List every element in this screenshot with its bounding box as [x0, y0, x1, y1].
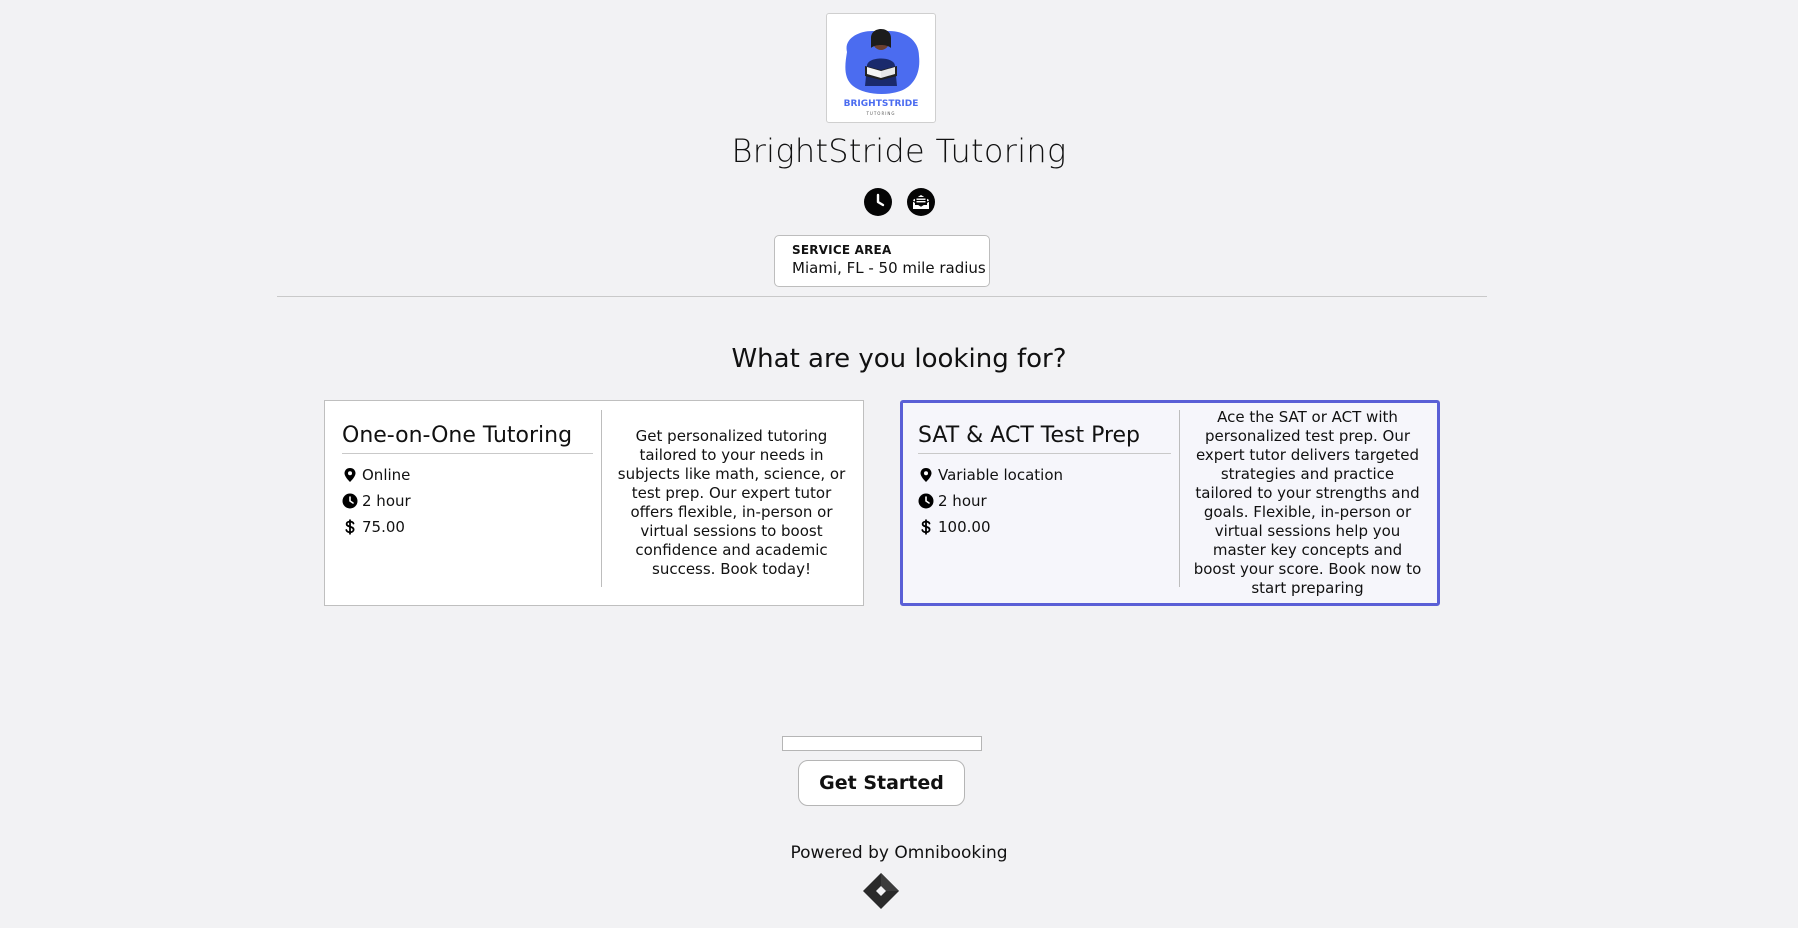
- service-description: Get personalized tutoring tailored to yo…: [617, 427, 846, 578]
- envelope-icon[interactable]: [906, 188, 935, 216]
- clock-icon: [342, 493, 358, 509]
- dollar-icon: [342, 519, 358, 535]
- clock-icon: [918, 493, 934, 509]
- service-price-text: 100.00: [938, 518, 991, 536]
- service-price-text: 75.00: [362, 518, 405, 536]
- clock-icon[interactable]: [863, 188, 892, 216]
- logo-brand-text: BRIGHTSTRIDE: [844, 99, 919, 109]
- service-price: 100.00: [918, 514, 1171, 540]
- service-duration: 2 hour: [918, 488, 1171, 514]
- service-details: SAT & ACT Test Prep Variable location 2 …: [903, 410, 1180, 587]
- service-location: Online: [342, 462, 593, 488]
- service-area-value: Miami, FL - 50 mile radius: [792, 259, 986, 277]
- service-duration: 2 hour: [342, 488, 593, 514]
- header-divider: [277, 296, 1487, 297]
- service-area-label: SERVICE AREA: [792, 243, 892, 257]
- service-details: One-on-One Tutoring Online 2 hour 75.00: [325, 410, 602, 587]
- service-area-box: SERVICE AREA Miami, FL - 50 mile radius: [774, 235, 990, 287]
- empty-field[interactable]: [782, 736, 982, 751]
- service-card-sat-act-test-prep[interactable]: SAT & ACT Test Prep Variable location 2 …: [900, 400, 1440, 606]
- header-icon-row: [0, 188, 1798, 216]
- service-location-text: Online: [362, 466, 411, 484]
- service-price: 75.00: [342, 514, 593, 540]
- service-duration-text: 2 hour: [362, 492, 411, 510]
- service-location: Variable location: [918, 462, 1171, 488]
- business-logo: BRIGHTSTRIDE TUTORING: [826, 13, 936, 123]
- omnibooking-logo-icon[interactable]: [862, 872, 900, 910]
- powered-by-text: Powered by Omnibooking: [790, 843, 1008, 863]
- service-location-text: Variable location: [938, 466, 1064, 484]
- service-duration-text: 2 hour: [938, 492, 987, 510]
- map-pin-icon: [342, 467, 358, 483]
- business-name: BrightStride Tutoring: [731, 132, 1067, 170]
- service-title: SAT & ACT Test Prep: [918, 423, 1171, 454]
- section-heading: What are you looking for?: [731, 344, 1067, 374]
- get-started-button[interactable]: Get Started: [798, 760, 965, 806]
- service-description: Ace the SAT or ACT with personalized tes…: [1193, 408, 1422, 597]
- service-card-one-on-one-tutoring[interactable]: One-on-One Tutoring Online 2 hour 75.00 …: [324, 400, 864, 606]
- service-title: One-on-One Tutoring: [342, 423, 593, 454]
- map-pin-icon: [918, 467, 934, 483]
- dollar-icon: [918, 519, 934, 535]
- logo-subtext: TUTORING: [865, 111, 895, 116]
